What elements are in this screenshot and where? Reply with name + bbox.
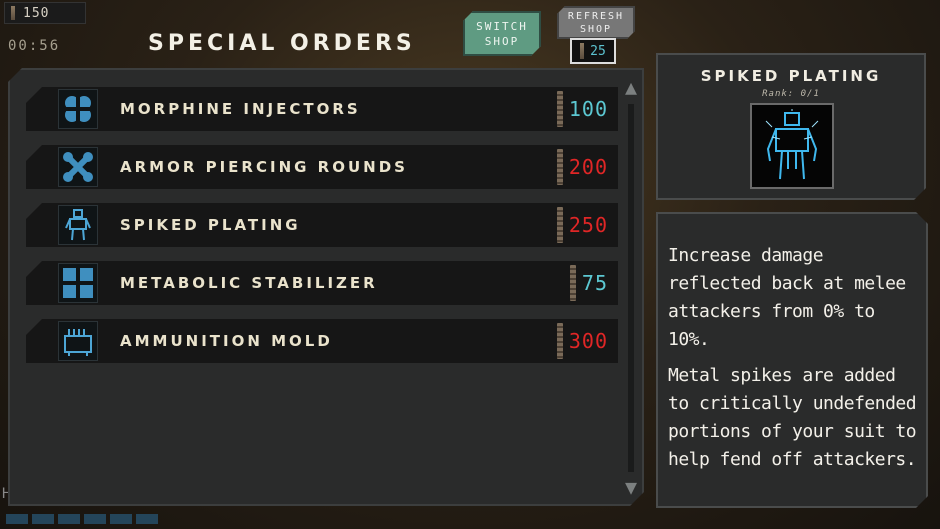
item-price: 300 — [568, 329, 608, 353]
ammo-mold-icon — [58, 321, 98, 361]
item-price-wrap: 100 — [557, 87, 608, 131]
item-name: MORPHINE INJECTORS — [120, 100, 361, 118]
shop-item-spiked-plating[interactable]: SPIKED PLATING 250 — [26, 203, 618, 247]
shop-item-ammunition-mold[interactable]: AMMUNITION MOLD 300 — [26, 319, 618, 363]
page-title: SPECIAL ORDERS — [148, 31, 416, 56]
refresh-shop-button[interactable]: REFRESH SHOP — [557, 6, 635, 39]
scroll-track[interactable] — [628, 104, 634, 472]
shop-item-morphine-injectors[interactable]: MORPHINE INJECTORS 100 — [26, 87, 618, 131]
shop-item-armor-piercing-rounds[interactable]: ARMOR PIERCING ROUNDS 200 — [26, 145, 618, 189]
status-segment — [84, 514, 106, 524]
item-price: 100 — [568, 97, 608, 121]
item-name: ARMOR PIERCING ROUNDS — [120, 158, 408, 176]
medkit-icon — [58, 89, 98, 129]
item-name: AMMUNITION MOLD — [120, 332, 333, 350]
status-segment — [110, 514, 132, 524]
scroll-up-arrow-icon[interactable]: ▲ — [622, 72, 640, 102]
scroll-down-arrow-icon[interactable]: ▼ — [622, 472, 640, 502]
bolt-icon — [557, 323, 563, 359]
item-name: SPIKED PLATING — [120, 216, 301, 234]
armor-portrait-icon — [750, 103, 834, 189]
item-price: 200 — [568, 155, 608, 179]
item-name: METABOLIC STABILIZER — [120, 274, 378, 292]
item-detail-header: SPIKED PLATING Rank: 0/1 — [656, 53, 926, 200]
bolt-icon — [570, 265, 576, 301]
bolt-icon — [557, 91, 563, 127]
refresh-cost: 25 — [590, 43, 606, 59]
status-segment — [6, 514, 28, 524]
crossed-rounds-icon — [58, 147, 98, 187]
item-detail-description: Increase damage reflected back at melee … — [656, 212, 928, 508]
status-segment — [32, 514, 54, 524]
bolt-icon — [557, 149, 563, 185]
item-price-wrap: 250 — [557, 203, 608, 247]
item-price-wrap: 200 — [557, 145, 608, 189]
shop-list-panel: MORPHINE INJECTORS 100 ARMOR PIERCING RO… — [8, 68, 644, 506]
switch-shop-button[interactable]: SWITCH SHOP — [463, 11, 541, 56]
status-segment — [58, 514, 80, 524]
armor-suit-icon — [58, 205, 98, 245]
detail-rank: Rank: 0/1 — [762, 89, 820, 99]
scrollbar[interactable]: ▲ ▼ — [620, 70, 642, 502]
bottom-status-bar — [6, 514, 158, 524]
item-price: 75 — [581, 271, 608, 295]
status-segment — [136, 514, 158, 524]
bolt-icon — [557, 207, 563, 243]
timer: 00:56 — [8, 38, 61, 54]
description-flavor: Metal spikes are added to critically und… — [668, 365, 917, 470]
bolt-icon — [11, 6, 15, 20]
description-effect: Increase damage reflected back at melee … — [668, 245, 906, 350]
refresh-cost-badge: 25 — [570, 38, 616, 64]
detail-title: SPIKED PLATING — [700, 67, 882, 85]
bolt-icon — [580, 43, 585, 59]
shop-item-metabolic-stabilizer[interactable]: METABOLIC STABILIZER 75 — [26, 261, 618, 305]
scrap-amount: 150 — [23, 5, 50, 21]
item-price-wrap: 75 — [570, 261, 608, 305]
scrap-counter: 150 — [4, 2, 86, 24]
plus-cross-icon — [58, 263, 98, 303]
item-price-wrap: 300 — [557, 319, 608, 363]
item-price: 250 — [568, 213, 608, 237]
